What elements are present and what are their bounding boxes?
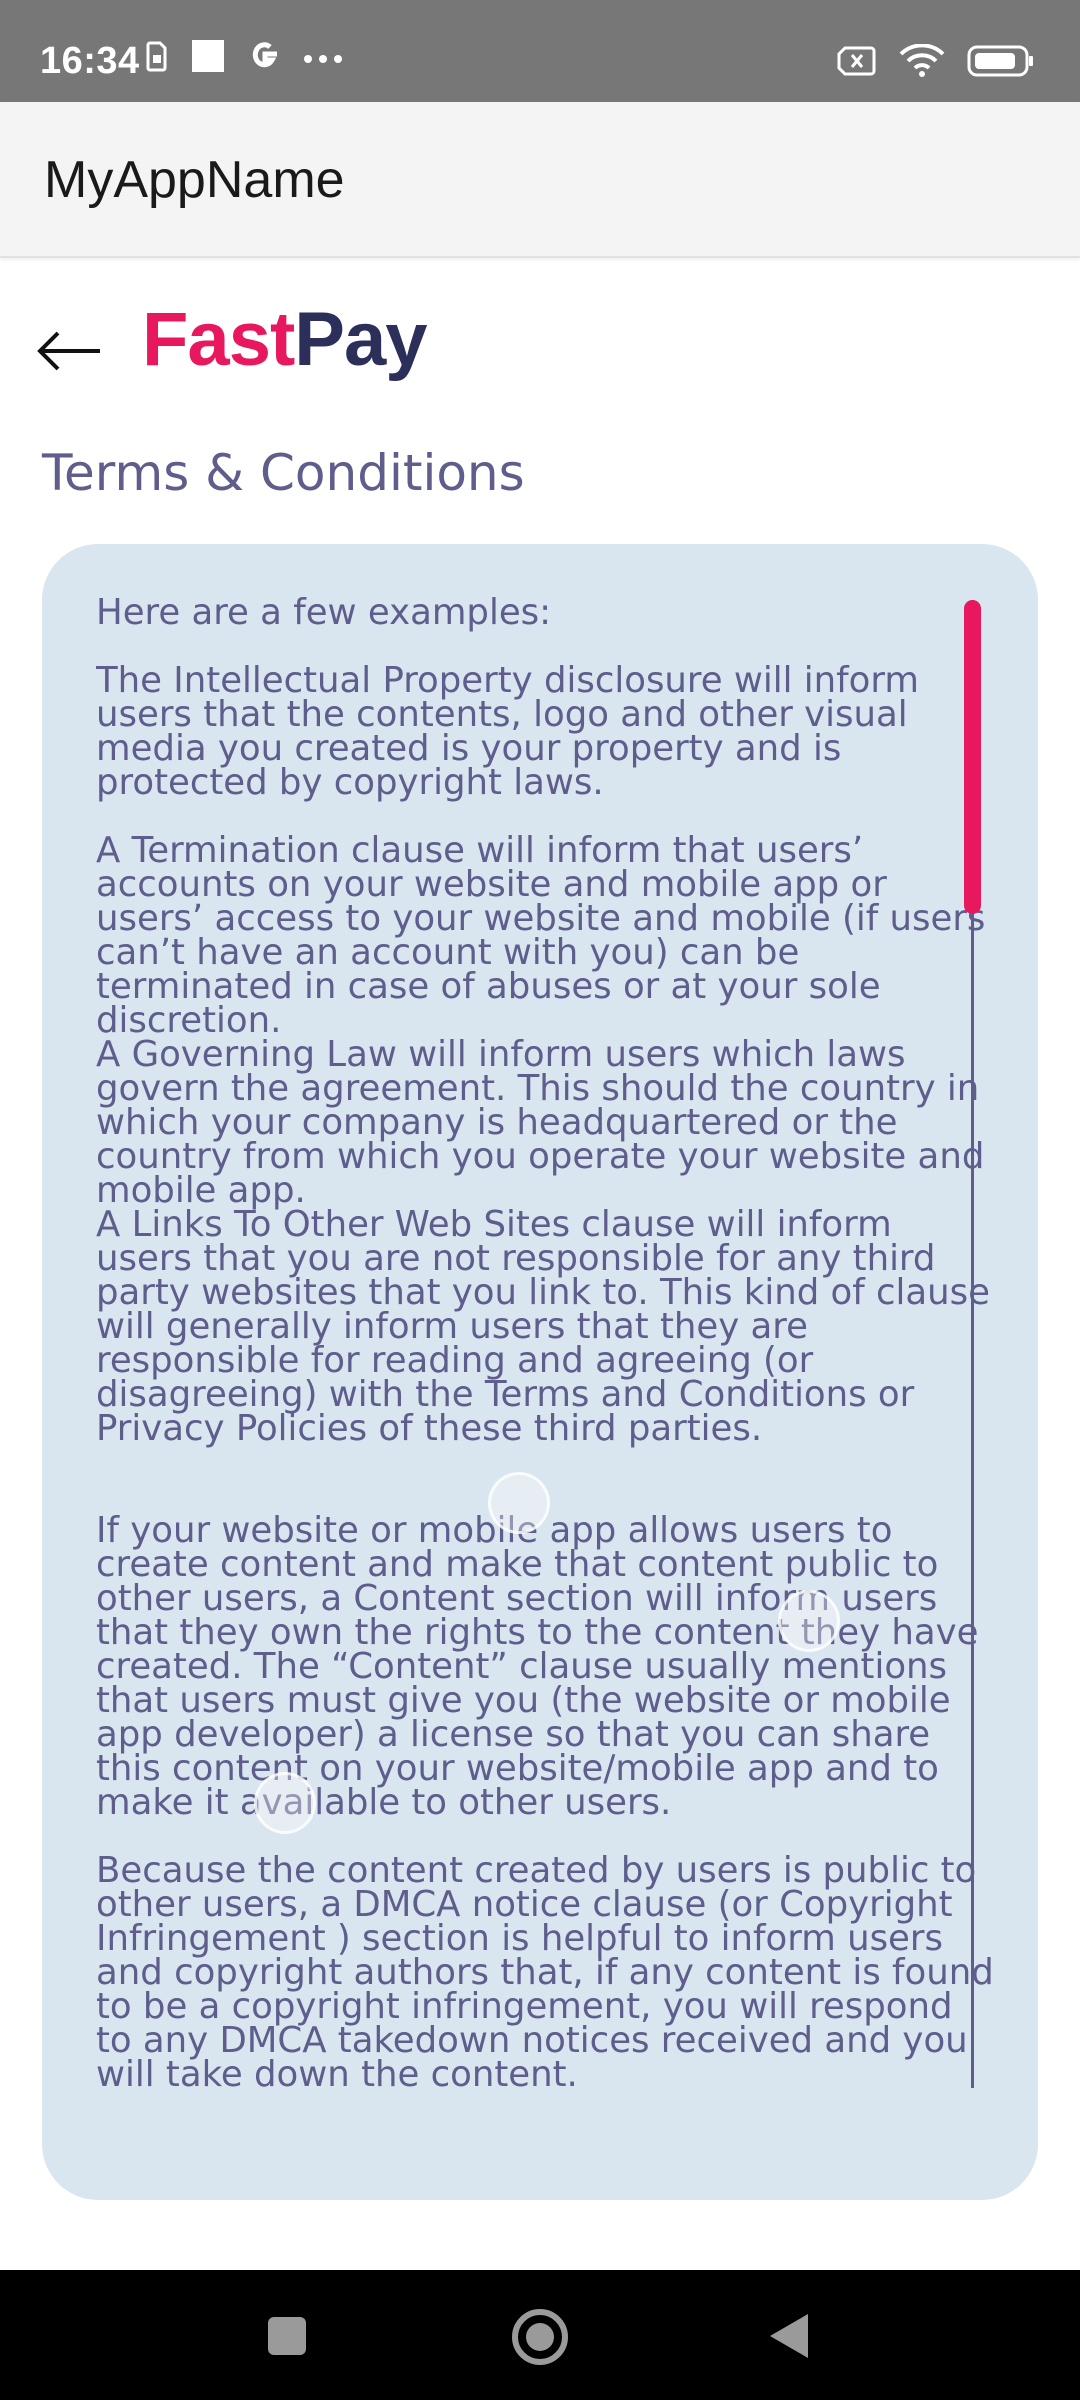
terms-card[interactable]: Here are a few examples: The Intellectua…: [42, 544, 1038, 2200]
terms-scroll-area[interactable]: Here are a few examples: The Intellectua…: [96, 596, 996, 2146]
wifi-icon: [899, 43, 945, 82]
back-button[interactable]: [36, 318, 106, 384]
terms-paragraph: A Governing Law will inform users which …: [96, 1034, 985, 1211]
terms-paragraph: A Links To Other Web Sites clause will i…: [96, 1204, 990, 1449]
arrow-left-icon: [37, 331, 100, 371]
terms-paragraph: A Termination clause will inform that us…: [96, 830, 986, 1041]
fastpay-logo: FastPay: [142, 296, 428, 383]
status-icons-right: [837, 43, 1035, 82]
status-icons-left: [145, 38, 343, 78]
touch-indicator: [488, 1472, 550, 1534]
back-triangle-icon[interactable]: [768, 2312, 810, 2364]
status-time: 16:34: [40, 40, 140, 82]
logo-pay-text: Pay: [294, 297, 427, 382]
terms-intro: Here are a few examples:: [96, 596, 552, 633]
sim-icon: [145, 39, 169, 77]
app-title: MyAppName: [44, 151, 345, 209]
more-dots-icon: [303, 49, 343, 68]
terms-text: Here are a few examples: The Intellectua…: [96, 596, 996, 2092]
terms-paragraph: The Intellectual Property disclosure wil…: [96, 660, 919, 803]
battery-icon: [967, 45, 1035, 81]
recents-square-icon[interactable]: [266, 2315, 308, 2361]
status-bar: 16:34: [0, 0, 1080, 102]
notification-square-icon: [191, 39, 225, 77]
terms-paragraph: Because the content created by users is …: [96, 1850, 994, 2095]
scrollbar-thumb[interactable]: [964, 600, 981, 914]
navigation-bar: [0, 2270, 1080, 2400]
logo-fast-text: Fast: [142, 297, 295, 382]
no-sim-icon: [837, 46, 877, 80]
home-circle-icon[interactable]: [511, 2308, 569, 2370]
touch-indicator: [778, 1590, 840, 1652]
page-title: Terms & Conditions: [42, 444, 525, 502]
terms-paragraph: If your website or mobile app allows use…: [96, 1510, 979, 1823]
touch-indicator: [254, 1772, 316, 1834]
app-bar: MyAppName: [0, 102, 1080, 258]
google-icon: [247, 38, 281, 78]
